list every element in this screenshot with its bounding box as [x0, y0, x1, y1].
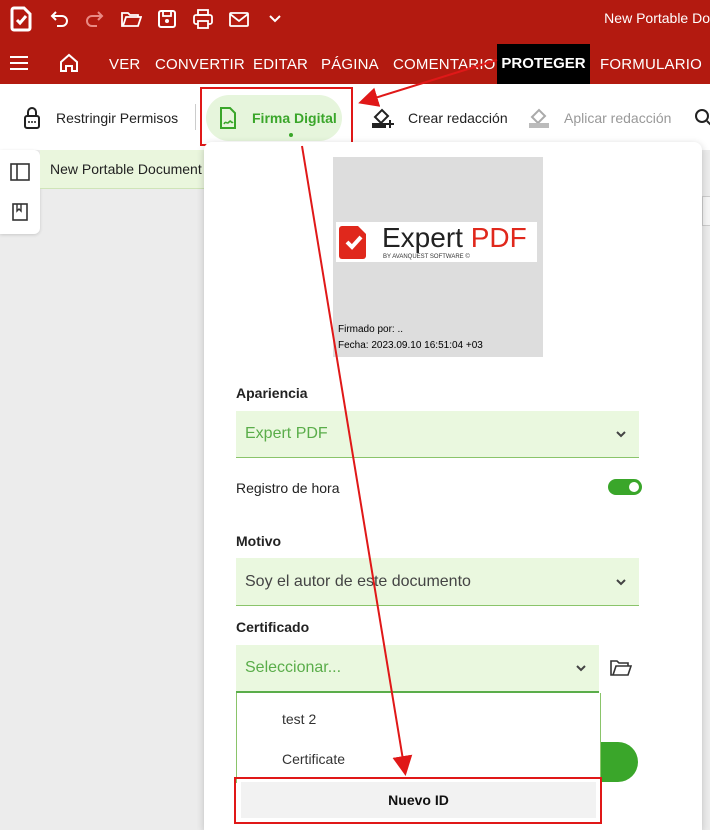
annotation-arrows: [301, 59, 498, 776]
arrow-to-new-id: [301, 145, 413, 776]
arrow-to-signature: [358, 59, 498, 107]
